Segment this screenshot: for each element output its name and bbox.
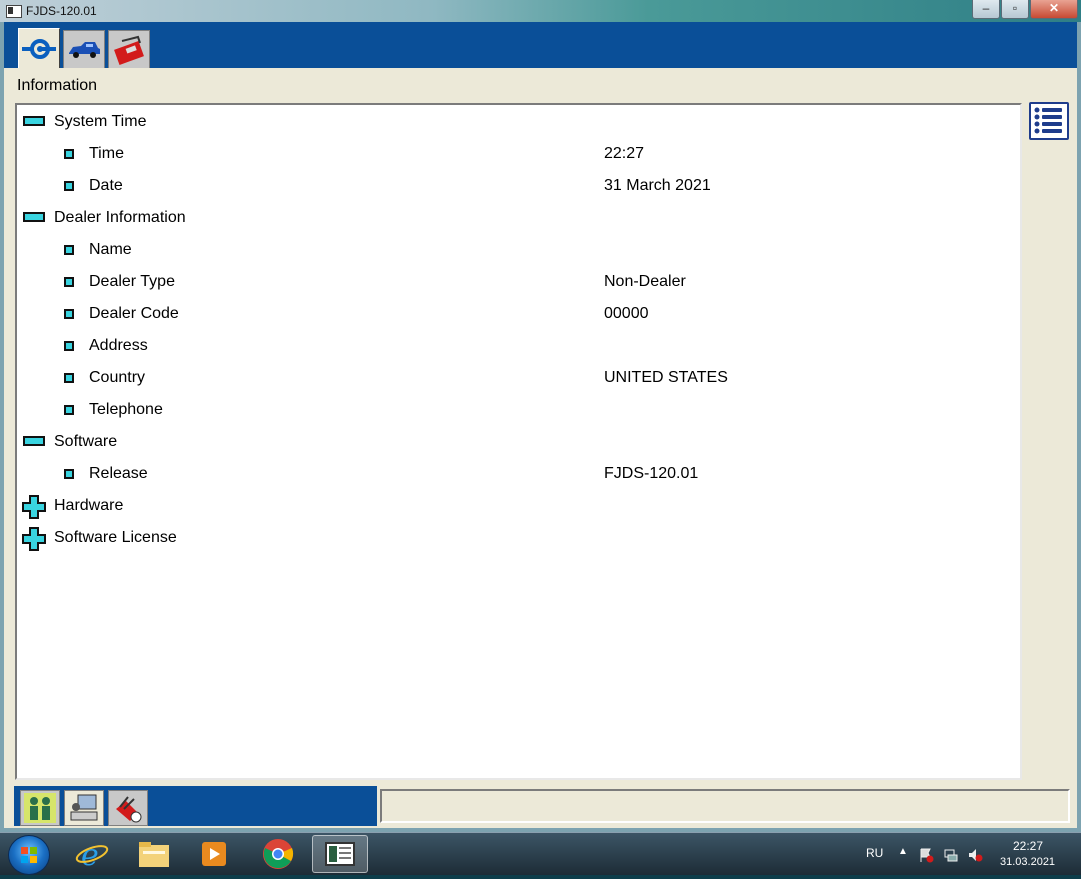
tray-clock-date[interactable]: 31.03.2021 xyxy=(1000,856,1055,868)
tab-connection[interactable] xyxy=(18,28,60,68)
tree-item-row[interactable]: Address xyxy=(17,330,1020,362)
tree-value: 22:27 xyxy=(604,145,645,162)
computer-user-icon xyxy=(70,794,98,821)
information-tree: System Time Time 22:27 Date 31 March 2021 Dea… xyxy=(15,103,1022,780)
language-indicator[interactable]: RU xyxy=(866,846,883,860)
tree-item-row[interactable]: Country UNITED STATES xyxy=(17,362,1020,394)
file-explorer-icon xyxy=(139,842,169,867)
tree-bullet-icon xyxy=(64,245,74,255)
bottom-tab-people[interactable] xyxy=(20,790,60,826)
collapse-minus-icon[interactable] xyxy=(23,436,45,446)
window-controls: – ▫ ✕ xyxy=(971,0,1078,20)
tree-bullet-icon xyxy=(64,405,74,415)
list-view-button[interactable] xyxy=(1029,102,1069,140)
tree-item-row[interactable]: Release FJDS-120.01 xyxy=(17,458,1020,490)
app-window: FJDS-120.01 – ▫ ✕ Information System Tim… xyxy=(0,0,1081,832)
toolbox-icon xyxy=(114,35,144,65)
tree-label: Software xyxy=(54,433,118,450)
list-icon xyxy=(1034,107,1062,134)
tree-item-row[interactable]: Dealer Type Non-Dealer xyxy=(17,266,1020,298)
volume-muted-icon[interactable] xyxy=(967,847,983,868)
tree-item-row[interactable]: Date 31 March 2021 xyxy=(17,170,1020,202)
fjds-app-icon xyxy=(325,842,355,866)
tree-bullet-icon xyxy=(64,181,74,191)
top-tab-strip xyxy=(4,22,1077,68)
tree-item-row[interactable]: Telephone xyxy=(17,394,1020,426)
tools-checkmark-icon xyxy=(116,796,142,823)
tree-label: System Time xyxy=(54,113,147,130)
taskbar-fjds-app[interactable] xyxy=(312,835,368,873)
tree-value: 31 March 2021 xyxy=(604,177,711,194)
tree-bullet-icon xyxy=(64,309,74,319)
close-button[interactable]: ✕ xyxy=(1030,0,1078,19)
bottom-tab-tools[interactable] xyxy=(108,790,148,826)
status-field xyxy=(380,789,1070,823)
collapse-minus-icon[interactable] xyxy=(23,212,45,222)
tree-bullet-icon xyxy=(64,341,74,351)
tree-value: 00000 xyxy=(604,305,649,322)
taskbar-media-player[interactable] xyxy=(186,835,242,873)
tree-item-row[interactable]: Time 22:27 xyxy=(17,138,1020,170)
expand-plus-icon[interactable] xyxy=(22,495,46,519)
connector-icon xyxy=(22,38,56,59)
tree-value: UNITED STATES xyxy=(604,369,728,386)
tree-bullet-icon xyxy=(64,373,74,383)
taskbar-chrome[interactable] xyxy=(250,835,306,873)
collapse-minus-icon[interactable] xyxy=(23,116,45,126)
tree-value: Non-Dealer xyxy=(604,273,686,290)
svg-text:e: e xyxy=(81,838,99,870)
tree-label: Date xyxy=(89,177,123,194)
tray-clock-time[interactable]: 22:27 xyxy=(1013,839,1043,853)
tab-vehicle[interactable] xyxy=(63,30,105,68)
tree-group-row[interactable]: Software xyxy=(17,426,1020,458)
tree-bullet-icon xyxy=(64,149,74,159)
tree-label: Name xyxy=(89,241,132,258)
taskbar: e RU ▲ 22:27 31.03.2021 xyxy=(0,832,1081,875)
action-center-flag-icon[interactable] xyxy=(918,847,934,868)
tree-group-row[interactable]: Software License xyxy=(17,522,1020,554)
tree-label: Release xyxy=(89,465,148,482)
title-bar[interactable]: FJDS-120.01 – ▫ ✕ xyxy=(0,0,1081,23)
tree-value: FJDS-120.01 xyxy=(604,465,699,482)
windows-logo-icon xyxy=(21,847,37,863)
expand-plus-icon[interactable] xyxy=(22,527,46,551)
tree-label: Address xyxy=(89,337,148,354)
show-hidden-icons-icon[interactable]: ▲ xyxy=(898,846,908,857)
tree-label: Dealer Information xyxy=(54,209,186,226)
window-app-icon xyxy=(6,5,22,18)
tree-bullet-icon xyxy=(64,277,74,287)
page-title: Information xyxy=(17,77,98,94)
minimize-button[interactable]: – xyxy=(972,0,1000,19)
tree-label: Software License xyxy=(54,529,177,546)
taskbar-file-explorer[interactable] xyxy=(126,835,182,873)
tree-bullet-icon xyxy=(64,469,74,479)
tree-group-row[interactable]: Hardware xyxy=(17,490,1020,522)
tree-label: Country xyxy=(89,369,146,386)
window-title: FJDS-120.01 xyxy=(26,4,97,18)
tree-item-row[interactable]: Name xyxy=(17,234,1020,266)
tree-label: Telephone xyxy=(89,401,163,418)
tab-toolbox[interactable] xyxy=(108,30,150,68)
internet-explorer-icon: e xyxy=(75,838,109,870)
start-button[interactable] xyxy=(8,835,50,875)
media-player-icon xyxy=(202,842,226,866)
tree-item-row[interactable]: Dealer Code 00000 xyxy=(17,298,1020,330)
maximize-button[interactable]: ▫ xyxy=(1001,0,1029,19)
tree-label: Dealer Type xyxy=(89,273,175,290)
chrome-icon xyxy=(263,839,294,869)
tree-group-row[interactable]: Dealer Information xyxy=(17,202,1020,234)
tree-label: Dealer Code xyxy=(89,305,179,322)
bottom-tab-computer-user[interactable] xyxy=(64,790,104,826)
tree-label: Time xyxy=(89,145,124,162)
people-icon xyxy=(24,793,56,823)
taskbar-internet-explorer[interactable]: e xyxy=(64,835,120,873)
tree-group-row[interactable]: System Time xyxy=(17,106,1020,138)
vehicle-icon xyxy=(69,41,100,58)
network-icon[interactable] xyxy=(943,847,959,868)
tree-label: Hardware xyxy=(54,497,124,514)
